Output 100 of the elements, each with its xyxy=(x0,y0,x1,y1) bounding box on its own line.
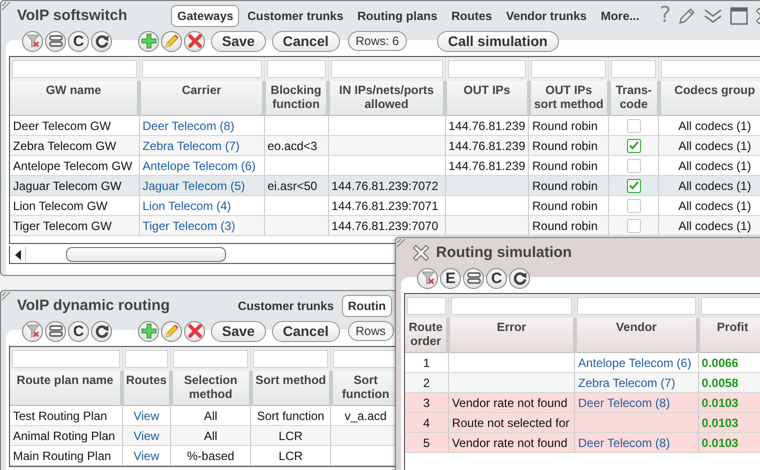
resize-grip-icon[interactable] xyxy=(397,239,407,249)
column-header[interactable]: Selection method xyxy=(170,371,251,406)
add-button[interactable] xyxy=(138,320,159,342)
tab[interactable]: Customer trunks xyxy=(232,294,340,316)
carrier-link[interactable]: Lion Telecom (4) xyxy=(142,198,231,212)
table-cell: Zebra Telecom GW xyxy=(10,136,139,156)
filter-field[interactable] xyxy=(124,350,168,368)
tab[interactable]: Routin xyxy=(342,294,392,316)
column-header[interactable]: Sort method xyxy=(250,371,331,406)
toolbar-button[interactable]: Cancel xyxy=(272,30,340,52)
row-count-button[interactable]: Rows: 6 xyxy=(348,31,407,51)
letter-button[interactable]: C xyxy=(486,268,507,288)
refresh-icon xyxy=(512,271,526,285)
vendor-link[interactable]: Antelope Telecom (6) xyxy=(578,356,692,370)
filter-field[interactable] xyxy=(407,297,446,315)
row-count-button[interactable]: Rows xyxy=(348,321,394,341)
filter-field[interactable] xyxy=(700,297,760,315)
tab[interactable]: Routes xyxy=(445,4,498,26)
scrollbar-thumb[interactable] xyxy=(66,247,226,262)
delete-button[interactable] xyxy=(184,320,205,342)
tab[interactable]: Routing plans xyxy=(351,4,444,26)
column-header[interactable]: Route plan name xyxy=(10,371,122,406)
filter-clear-icon xyxy=(26,324,40,338)
plus-icon xyxy=(140,33,156,49)
filter-field[interactable] xyxy=(661,60,760,78)
filter-field[interactable] xyxy=(577,297,696,315)
filter-field[interactable] xyxy=(253,350,328,368)
columns-icon xyxy=(48,35,62,47)
checkbox[interactable] xyxy=(626,178,641,192)
refresh-button[interactable] xyxy=(509,268,530,288)
clear-filter-button[interactable] xyxy=(22,320,43,342)
column-header[interactable]: Vendor xyxy=(574,318,698,352)
columns-button[interactable] xyxy=(45,30,66,52)
add-button[interactable] xyxy=(138,30,159,52)
checkbox[interactable] xyxy=(626,138,641,152)
close-icon[interactable] xyxy=(412,244,430,262)
filter-field[interactable] xyxy=(173,350,248,368)
left-arrow-icon[interactable] xyxy=(14,250,22,260)
refresh-button[interactable] xyxy=(91,30,112,52)
filter-field[interactable] xyxy=(12,60,136,78)
table-cell: Tiger Telecom GW xyxy=(10,216,139,236)
tab[interactable]: Customer trunks xyxy=(241,4,350,26)
filter-field[interactable] xyxy=(531,60,606,78)
toolbar-button[interactable]: Save xyxy=(211,320,266,342)
checkbox[interactable] xyxy=(626,118,641,132)
table-cell: 5 xyxy=(405,432,448,452)
tab[interactable]: Vendor trunks xyxy=(500,4,593,26)
filter-field[interactable] xyxy=(611,60,656,78)
column-header[interactable]: OUT IPs sort method xyxy=(528,81,609,116)
letter-button[interactable]: C xyxy=(68,320,89,342)
edit-button[interactable] xyxy=(161,30,182,52)
column-header[interactable]: Error xyxy=(448,318,575,352)
checkbox[interactable] xyxy=(626,198,641,212)
column-header[interactable]: OUT IPs xyxy=(445,81,529,116)
filter-field[interactable] xyxy=(450,297,572,315)
column-header[interactable]: Blocking function xyxy=(264,81,328,116)
table-cell: 144.76.81.239:7072 xyxy=(328,176,445,196)
column-header[interactable]: Route order xyxy=(405,318,448,352)
toolbar-button[interactable]: Cancel xyxy=(272,320,340,342)
maximize-icon[interactable] xyxy=(730,6,748,24)
column-header[interactable]: Profit xyxy=(698,318,760,352)
clear-filter-button[interactable] xyxy=(22,30,43,52)
column-header[interactable]: GW name xyxy=(10,81,139,116)
checkbox[interactable] xyxy=(626,158,641,172)
clear-filter-button[interactable] xyxy=(417,268,438,288)
column-header[interactable]: IN IPs/nets/ports allowed xyxy=(328,81,445,116)
column-header[interactable]: Codecs group xyxy=(658,81,760,116)
tab[interactable]: More... xyxy=(594,4,646,26)
edit-button[interactable] xyxy=(161,320,182,342)
resize-grip-icon[interactable] xyxy=(2,292,12,302)
column-header[interactable]: Trans-code xyxy=(608,81,659,116)
filter-field[interactable] xyxy=(448,60,526,78)
table-cell: Jaguar Telecom GW xyxy=(10,176,139,196)
double-chevron-icon[interactable] xyxy=(703,8,724,24)
toolbar-button[interactable]: Call simulation xyxy=(436,30,559,52)
table-cell: 3 xyxy=(405,392,448,412)
filter-field[interactable] xyxy=(330,60,442,78)
refresh-button[interactable] xyxy=(91,320,112,342)
checkbox[interactable] xyxy=(626,218,641,232)
table-cell: Main Routing Plan xyxy=(10,446,122,466)
filter-field[interactable] xyxy=(12,350,120,368)
filter-field[interactable] xyxy=(266,60,326,78)
letter-button[interactable]: E xyxy=(440,268,461,288)
letter-button[interactable]: C xyxy=(68,30,89,52)
carrier-link[interactable]: Deer Telecom (8) xyxy=(142,118,234,132)
view-link[interactable]: View xyxy=(133,408,160,422)
table-cell: Vendor rate not found xyxy=(448,392,575,412)
view-link[interactable]: View xyxy=(133,448,160,462)
delete-button[interactable] xyxy=(184,30,205,52)
toolbar-button[interactable]: Save xyxy=(211,30,266,52)
tab[interactable]: Gateways xyxy=(171,4,240,26)
pencil-icon[interactable] xyxy=(678,6,696,24)
filter-field[interactable] xyxy=(142,60,262,78)
resize-grip-icon[interactable] xyxy=(2,2,12,12)
column-header[interactable]: Carrier xyxy=(139,81,264,116)
carrier-link[interactable]: Antelope Telecom (6) xyxy=(142,158,256,172)
column-header[interactable]: Routes xyxy=(122,371,171,406)
columns-button[interactable] xyxy=(463,268,484,288)
columns-button[interactable] xyxy=(45,320,66,342)
table-cell: Round robin xyxy=(528,136,609,156)
